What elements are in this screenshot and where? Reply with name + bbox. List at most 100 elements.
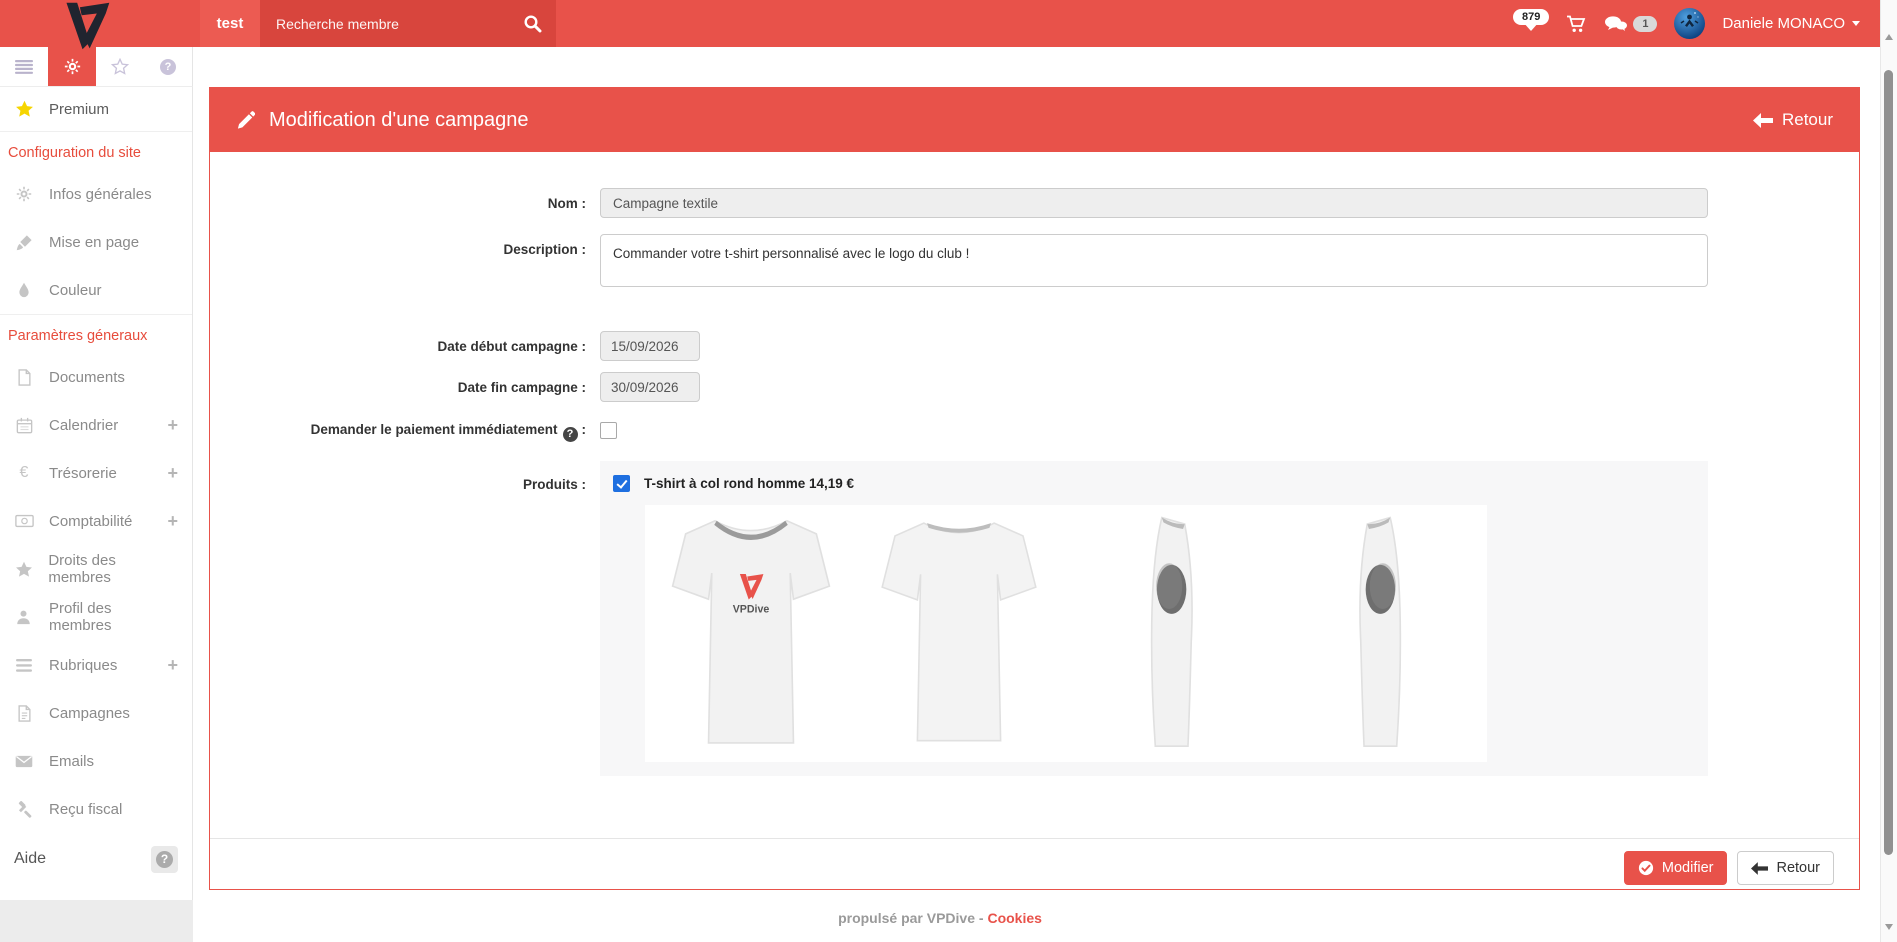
product-checkbox[interactable]: [613, 475, 630, 492]
form-row-produits: Produits : T-shirt à col rond homme 14,1…: [210, 461, 1859, 776]
premium-star-icon: [14, 100, 34, 118]
nom-input[interactable]: [600, 188, 1708, 218]
sidebar-item-rubriques[interactable]: Rubriques +: [0, 641, 192, 689]
avatar[interactable]: [1674, 8, 1705, 39]
gavel-icon: [14, 801, 34, 818]
sidebar-item-infos-generales[interactable]: Infos générales: [0, 170, 192, 218]
calendar-icon: [14, 417, 34, 434]
vertical-scrollbar[interactable]: [1880, 0, 1897, 942]
messages-count-badge: 1: [1633, 16, 1657, 32]
cart-icon[interactable]: [1566, 14, 1587, 34]
search-icon[interactable]: [523, 14, 542, 33]
form-row-description: Description : Commander votre t-shirt pe…: [210, 234, 1859, 292]
sidebar-section-config: Configuration du site: [0, 132, 192, 170]
page-title: Modification d'une campagne: [269, 109, 529, 132]
date-debut-input[interactable]: [600, 331, 700, 361]
sidebar-section-parametres: Paramètres géneraux: [0, 315, 192, 353]
euro-icon: €: [14, 464, 34, 482]
question-icon: ?: [160, 59, 176, 75]
document-icon: [14, 705, 34, 722]
product-image-strip: VPDive: [645, 505, 1487, 762]
scroll-down-arrow[interactable]: [1885, 924, 1893, 934]
check-circle-icon: [1638, 860, 1654, 876]
panel-title-wrap: Modification d'une campagne: [236, 109, 529, 132]
user-name-label: Daniele MONACO: [1722, 15, 1845, 32]
sidebar-item-profil-membres[interactable]: Profil des membres: [0, 593, 192, 641]
description-input[interactable]: Commander votre t-shirt personnalisé ave…: [600, 234, 1708, 287]
sidebar-item-comptabilite[interactable]: Comptabilité +: [0, 497, 192, 545]
sidebar-item-documents[interactable]: Documents: [0, 353, 192, 401]
tshirt-side-left-image: [1127, 511, 1213, 756]
tshirt-front-image: VPDive: [653, 511, 849, 756]
sidebar-item-campagnes[interactable]: Campagnes: [0, 689, 192, 737]
sidebar-item-emails[interactable]: Emails: [0, 737, 192, 785]
envelope-icon: [14, 755, 34, 768]
sidebar-item-droits-membres[interactable]: Droits des membres: [0, 545, 192, 593]
sidebar-item-label: Profil des membres: [49, 600, 178, 634]
powered-by-text: propulsé par VPDive: [838, 910, 975, 926]
nom-label: Nom :: [210, 188, 600, 218]
menu-icon: [15, 60, 33, 74]
sidebar-item-label: Trésorerie: [49, 465, 117, 482]
expand-plus-icon[interactable]: +: [167, 415, 178, 436]
modifier-button[interactable]: Modifier: [1624, 851, 1728, 885]
messages-widget[interactable]: 1: [1604, 15, 1657, 33]
panel-header: Modification d'une campagne Retour: [210, 88, 1859, 152]
sidebar-item-premium[interactable]: Premium: [0, 87, 192, 131]
sidebar-item-label: Comptabilité: [49, 513, 132, 530]
date-debut-label: Date début campagne :: [210, 331, 600, 361]
sidebar-item-label: Couleur: [49, 282, 102, 299]
search-input[interactable]: [274, 15, 523, 33]
tshirt-logo-text: VPDive: [733, 603, 770, 615]
gear-icon: [14, 186, 34, 202]
scrollbar-thumb[interactable]: [1884, 70, 1893, 855]
tab-help[interactable]: ?: [144, 47, 192, 86]
user-menu[interactable]: Daniele MONACO: [1722, 15, 1860, 32]
sidebar-item-label: Infos générales: [49, 186, 152, 203]
sidebar-item-label: Campagnes: [49, 705, 130, 722]
sidebar-item-label: Rubriques: [49, 657, 117, 674]
sidebar-item-mise-en-page[interactable]: Mise en page: [0, 218, 192, 266]
product-panel: T-shirt à col rond homme 14,19 €: [600, 461, 1708, 776]
arrow-left-icon: [1751, 862, 1768, 875]
retour-button[interactable]: Retour: [1737, 851, 1834, 885]
chat-icon: [1604, 15, 1628, 33]
vpdive-logo[interactable]: [62, 1, 112, 56]
notifications-count-badge: 879: [1513, 9, 1549, 25]
help-button[interactable]: ?: [151, 846, 178, 873]
sidebar-item-tresorerie[interactable]: € Trésorerie +: [0, 449, 192, 497]
retour-header-button[interactable]: Retour: [1753, 110, 1833, 130]
form-row-paiement: Demander le paiement immédiatement?:: [210, 420, 1859, 444]
file-icon: [14, 369, 34, 386]
panel-footer: Modifier Retour: [210, 839, 1859, 885]
droplet-icon: [14, 282, 34, 299]
sidebar-item-couleur[interactable]: Couleur: [0, 266, 192, 314]
member-search: [260, 0, 556, 47]
gear-icon: [64, 58, 81, 75]
expand-plus-icon[interactable]: +: [167, 511, 178, 532]
date-fin-label: Date fin campagne :: [210, 372, 600, 402]
sidebar-item-recu-fiscal[interactable]: Reçu fiscal: [0, 785, 192, 833]
paiement-checkbox[interactable]: [600, 422, 617, 439]
date-fin-input[interactable]: [600, 372, 700, 402]
cookies-link[interactable]: Cookies: [987, 910, 1041, 926]
star-icon: [14, 561, 33, 578]
scroll-up-arrow[interactable]: [1885, 30, 1893, 40]
award-badge-icon[interactable]: 879: [1513, 7, 1549, 39]
form-row-date-debut: Date début campagne :: [210, 331, 1859, 361]
expand-plus-icon[interactable]: +: [167, 463, 178, 484]
site-name-chip[interactable]: test: [200, 0, 260, 47]
tshirt-side-right-image: [1339, 511, 1425, 756]
expand-plus-icon[interactable]: +: [167, 655, 178, 676]
top-header: test 879: [0, 0, 1880, 47]
question-icon[interactable]: ?: [563, 427, 578, 442]
brush-icon: [14, 234, 34, 251]
arrow-left-icon: [1753, 113, 1773, 128]
sidebar-item-calendrier[interactable]: Calendrier +: [0, 401, 192, 449]
sidebar-item-label: Calendrier: [49, 417, 118, 434]
banknote-icon: [14, 514, 34, 528]
sidebar-item-label: Mise en page: [49, 234, 139, 251]
retour-label: Retour: [1776, 860, 1820, 876]
tab-menu[interactable]: [0, 47, 48, 86]
produits-label: Produits :: [210, 461, 600, 776]
